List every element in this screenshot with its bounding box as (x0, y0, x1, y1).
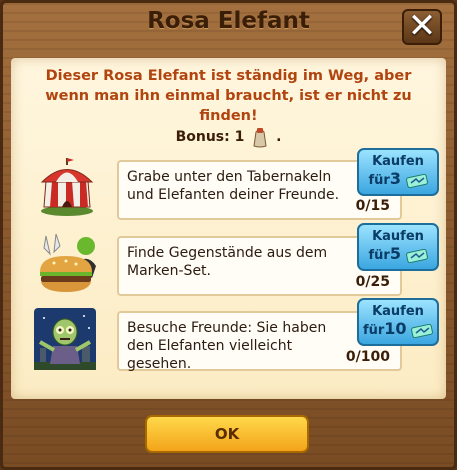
ticket-icon (405, 248, 428, 263)
task-progress: 0/100 (345, 349, 390, 365)
bonus-line: Bonus: 1 . (0, 126, 457, 148)
buy-cost: 10 (384, 319, 407, 338)
intro-text: Dieser Rosa Elefant ist ständig im Weg, … (45, 68, 412, 124)
ticket-icon (405, 173, 428, 188)
dialog-title: Rosa Elefant (147, 8, 310, 34)
circus-tent-icon (40, 158, 94, 216)
ok-button[interactable]: OK (145, 415, 309, 453)
buy-label: Kaufen (372, 229, 424, 244)
bag-icon (253, 128, 267, 148)
buy-button[interactable]: Kaufen für5 (357, 223, 439, 271)
buy-button[interactable]: Kaufen für10 (357, 298, 439, 346)
buy-prefix: für (368, 173, 390, 188)
task-progress: 0/15 (355, 198, 390, 214)
buy-button[interactable]: Kaufen für3 (357, 148, 439, 196)
close-button[interactable]: ✕ (402, 9, 442, 45)
task-description: Grabe unter den Tabernakeln und Elefante… (127, 169, 340, 203)
buy-prefix: für (362, 323, 385, 338)
bonus-suffix: . (276, 129, 282, 145)
buy-label: Kaufen (372, 154, 424, 169)
ticket-icon (411, 323, 434, 338)
buy-label: Kaufen (372, 304, 424, 319)
buy-cost: 3 (389, 169, 401, 188)
task-description: Besuche Freunde: Sie haben den Elefanten… (127, 320, 327, 372)
burger-collection-icon (40, 233, 96, 292)
zombie-icon (34, 308, 96, 370)
buy-cost: 5 (389, 244, 401, 263)
buy-prefix: für (368, 248, 390, 263)
bonus-label: Bonus: 1 (175, 129, 245, 145)
task-progress: 0/25 (355, 274, 390, 290)
task-description: Finde Gegenstände aus dem Marken-Set. (127, 245, 328, 279)
